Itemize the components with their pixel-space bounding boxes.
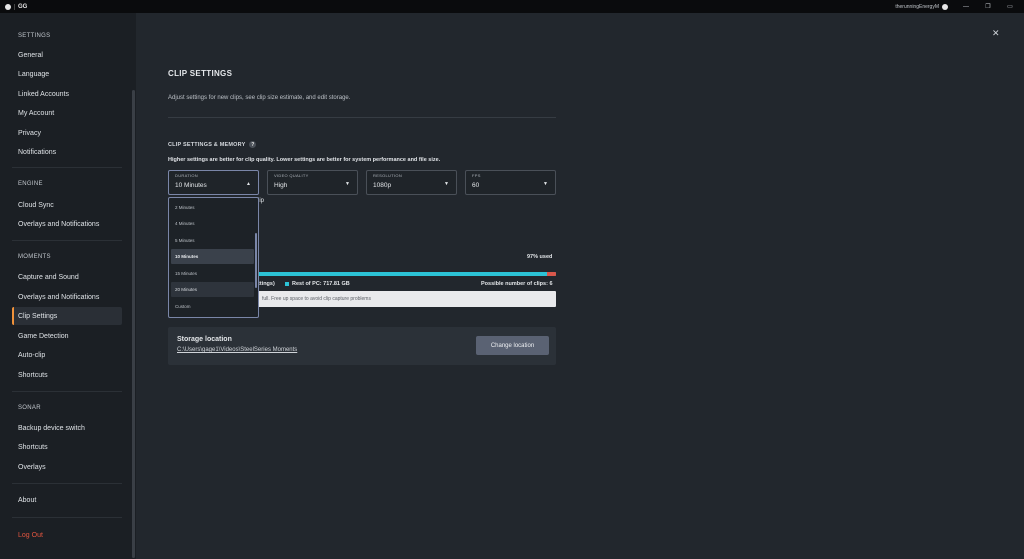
change-location-button[interactable]: Change location — [476, 336, 549, 355]
close-icon[interactable]: ✕ — [992, 28, 1000, 39]
legend-rest-of-pc: Rest of PC: 717.81 GB — [285, 281, 350, 287]
sidebar-divider — [12, 167, 122, 168]
page-title: CLIP SETTINGS — [168, 69, 233, 78]
duration-option[interactable]: Custom — [171, 299, 254, 314]
title-bar: GG therunningEnergyM — ❐ ▭ — [0, 0, 1024, 13]
dropdown-scrollbar[interactable] — [255, 233, 257, 288]
divider — [168, 117, 556, 118]
sidebar-item-moments-shortcuts[interactable]: Shortcuts — [12, 366, 122, 384]
sidebar-item-sonar-shortcuts[interactable]: Shortcuts — [12, 438, 122, 456]
sidebar-item-general[interactable]: General — [12, 46, 122, 64]
sidebar-heading-engine: ENGINE — [18, 181, 43, 187]
duration-option[interactable]: 2 Minutes — [171, 200, 254, 215]
legend-clip-settings: ttings) — [258, 281, 275, 287]
video-quality-value: High — [274, 182, 288, 189]
user-account[interactable]: therunningEnergyM — [895, 3, 948, 10]
sidebar-item-clip-settings[interactable]: Clip Settings — [12, 307, 122, 325]
sidebar-item-game-detection[interactable]: Game Detection — [12, 327, 122, 345]
sidebar-divider — [12, 240, 122, 241]
section-description: Higher settings are better for clip qual… — [168, 157, 441, 163]
page-description: Adjust settings for new clips, see clip … — [168, 95, 351, 101]
sidebar-item-auto-clip[interactable]: Auto-clip — [12, 346, 122, 364]
sidebar-scrollbar[interactable] — [132, 90, 135, 558]
video-camera-icon[interactable]: ▭ — [1006, 4, 1014, 10]
steelseries-logo-icon — [5, 3, 11, 10]
avatar — [942, 3, 948, 10]
help-icon[interactable]: ? — [249, 141, 257, 148]
storage-warning-text: full. Free up space to avoid clip captur… — [262, 296, 371, 302]
fps-value: 60 — [472, 182, 480, 189]
video-quality-label: VIDEO QUALITY — [274, 173, 309, 178]
sidebar-item-notifications[interactable]: Notifications — [12, 143, 122, 161]
duration-label: DURATION — [175, 173, 198, 178]
storage-location-title: Storage location — [177, 336, 232, 343]
divider — [14, 3, 15, 10]
chevron-down-icon: ▼ — [543, 181, 548, 187]
sidebar-heading-sonar: SONAR — [18, 405, 41, 411]
sidebar-item-capture-and-sound[interactable]: Capture and Sound — [12, 268, 122, 286]
chevron-up-icon: ▲ — [246, 181, 251, 187]
sidebar-divider — [12, 517, 122, 518]
storage-usage-bar — [258, 272, 556, 276]
storage-path-link[interactable]: C:\Users\gage1\Videos\SteelSeries Moment… — [177, 347, 297, 353]
minimize-icon[interactable]: — — [962, 4, 970, 10]
fps-label: FPS — [472, 173, 481, 178]
section-title-text: CLIP SETTINGS & MEMORY — [168, 141, 246, 148]
sidebar-item-cloud-sync[interactable]: Cloud Sync — [12, 196, 122, 214]
duration-option[interactable]: 5 Minutes — [171, 233, 254, 248]
sidebar-heading-moments: MOMENTS — [18, 254, 51, 260]
restore-window-icon[interactable]: ❐ — [984, 4, 992, 10]
fps-select[interactable]: FPS 60 ▼ — [465, 170, 556, 195]
logout-button[interactable]: Log Out — [12, 526, 122, 544]
rest-of-pc-text: Rest of PC: 717.81 GB — [292, 281, 350, 287]
app-brand: GG — [0, 3, 28, 10]
resolution-label: RESOLUTION — [373, 173, 403, 178]
storage-usage-full-segment — [547, 272, 556, 276]
sidebar-item-my-account[interactable]: My Account — [12, 104, 122, 122]
chevron-down-icon: ▼ — [444, 181, 449, 187]
sidebar-item-backup-device-switch[interactable]: Backup device switch — [12, 419, 122, 437]
sidebar-item-moments-overlays[interactable]: Overlays and Notifications — [12, 288, 122, 306]
storage-used-percent: 97% used — [527, 254, 553, 260]
sidebar-divider — [12, 483, 122, 484]
duration-option[interactable]: 20 Minutes — [171, 282, 254, 297]
resolution-value: 1080p — [373, 182, 392, 189]
sidebar-item-language[interactable]: Language — [12, 65, 122, 83]
section-title: CLIP SETTINGS & MEMORY ? — [168, 141, 257, 148]
sidebar-item-about[interactable]: About — [12, 491, 122, 509]
duration-value: 10 Minutes — [175, 182, 207, 189]
sidebar-divider — [12, 391, 122, 392]
legend-swatch — [285, 282, 289, 286]
username: therunningEnergyM — [895, 3, 939, 10]
possible-clips: Possible number of clips: 6 — [481, 281, 553, 287]
chevron-down-icon: ▼ — [345, 181, 350, 187]
sidebar-heading-settings: SETTINGS — [18, 33, 51, 39]
video-quality-select[interactable]: VIDEO QUALITY High ▼ — [267, 170, 358, 195]
sidebar-item-engine-overlays[interactable]: Overlays and Notifications — [12, 215, 122, 233]
resolution-select[interactable]: RESOLUTION 1080p ▼ — [366, 170, 457, 195]
duration-option[interactable]: 15 Minutes — [171, 266, 254, 281]
duration-select[interactable]: DURATION 10 Minutes ▲ — [168, 170, 259, 195]
sidebar-item-linked-accounts[interactable]: Linked Accounts — [12, 85, 122, 103]
duration-option-selected[interactable]: 10 Minutes — [171, 249, 254, 264]
duration-option[interactable]: 4 Minutes — [171, 216, 254, 231]
sidebar-item-privacy[interactable]: Privacy — [12, 124, 122, 142]
app-name: GG — [18, 3, 28, 10]
sidebar-item-sonar-overlays[interactable]: Overlays — [12, 458, 122, 476]
